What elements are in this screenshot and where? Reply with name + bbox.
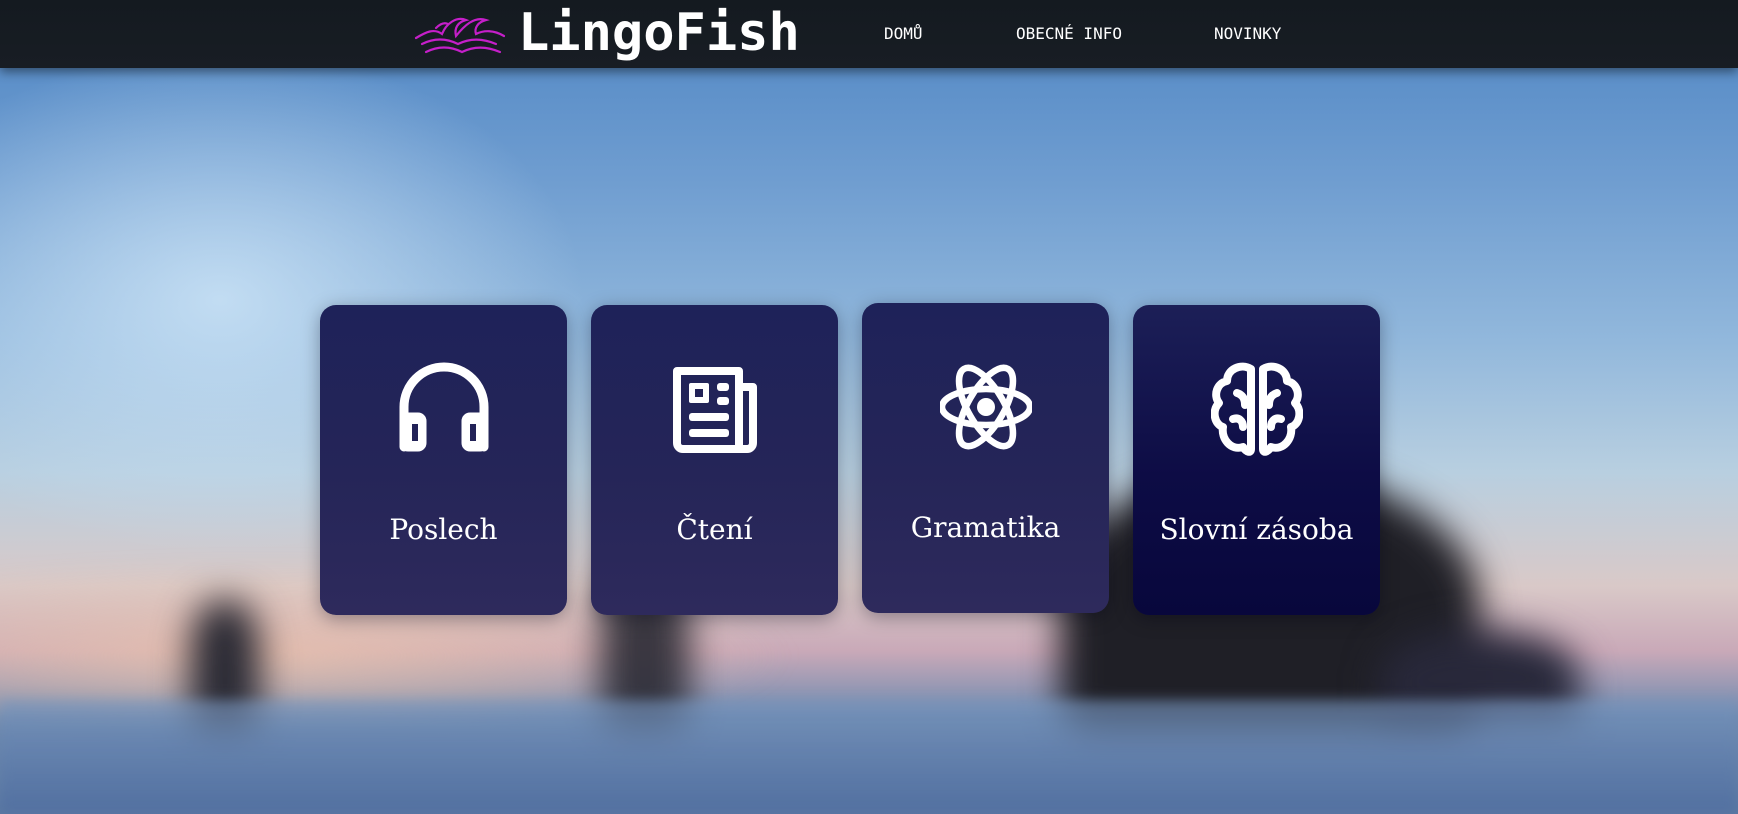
brand-name[interactable]: LingoFish [518, 2, 800, 64]
card-listening[interactable]: Poslech [320, 305, 567, 615]
card-grammar[interactable]: Gramatika [862, 303, 1109, 613]
headphones-icon [399, 362, 489, 452]
card-vocabulary[interactable]: Slovní zásoba [1133, 305, 1380, 615]
card-label: Poslech [389, 513, 498, 546]
brain-icon [1211, 362, 1303, 456]
navbar: LingoFish DOMŮ OBECNÉ INFO NOVINKY [0, 0, 1738, 68]
card-reading[interactable]: Čtení [591, 305, 838, 615]
card-label: Slovní zásoba [1159, 513, 1354, 546]
card-label: Gramatika [910, 511, 1061, 544]
nav-link-general-info[interactable]: OBECNÉ INFO [1016, 22, 1122, 46]
card-label: Čtení [676, 513, 753, 546]
nav-link-home[interactable]: DOMŮ [884, 22, 923, 46]
newspaper-icon [673, 367, 757, 453]
atom-icon [940, 364, 1032, 450]
nav-link-news[interactable]: NOVINKY [1214, 22, 1281, 46]
waves-logo-icon[interactable] [412, 8, 508, 60]
